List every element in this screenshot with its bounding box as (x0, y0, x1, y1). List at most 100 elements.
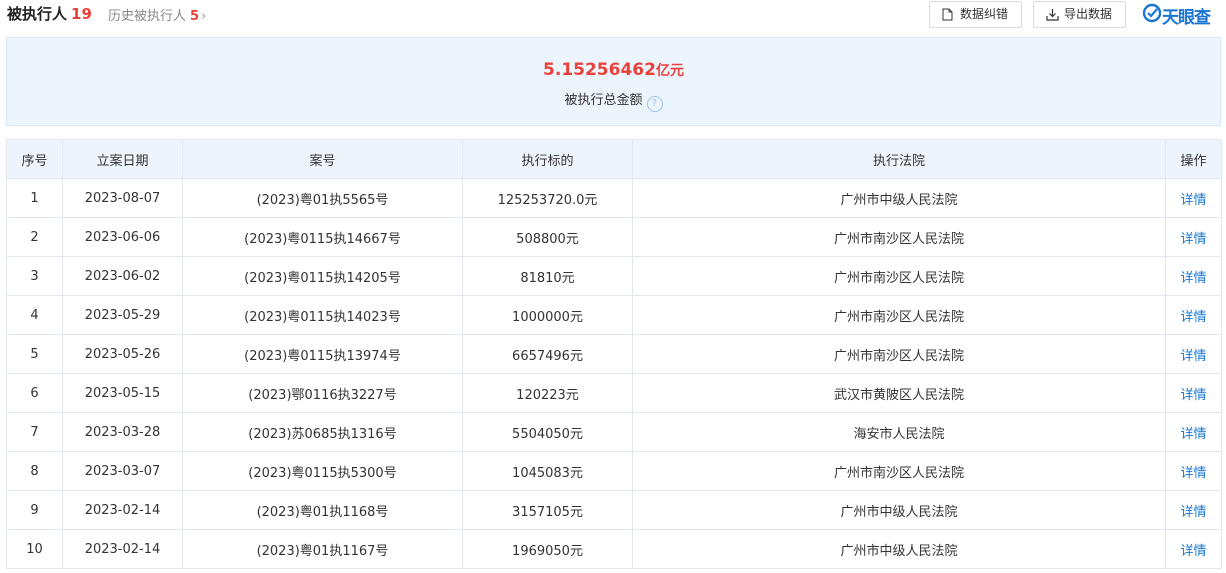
cell-index: 9 (6, 490, 63, 530)
download-icon (1046, 9, 1059, 21)
document-icon (942, 8, 953, 21)
table-header-row: 序号 立案日期 案号 执行标的 执行法院 操作 (6, 139, 1222, 179)
cell-target: 508800元 (462, 217, 633, 257)
logo-text: 天眼查 (1162, 8, 1211, 28)
cell-date: 2023-03-28 (62, 412, 183, 452)
help-icon[interactable]: ? (646, 96, 663, 112)
tab-history-executed[interactable]: 历史被执行人 5 › (108, 5, 206, 24)
cell-index: 8 (6, 451, 63, 491)
cell-target: 1000000元 (462, 295, 633, 335)
cell-date: 2023-05-15 (62, 373, 183, 413)
data-correction-label: 数据纠错 (960, 7, 1009, 21)
total-amount: 5.15256462亿元 (7, 60, 1220, 80)
cell-court: 广州市南沙区人民法院 (632, 334, 1166, 374)
cell-index: 3 (6, 256, 63, 296)
cell-index: 10 (6, 529, 63, 569)
cell-court: 广州市南沙区人民法院 (632, 451, 1166, 491)
header-date: 立案日期 (62, 139, 183, 179)
table-row: 2 2023-06-06 (2023)粤0115执14667号 508800元 … (6, 217, 1222, 257)
details-link[interactable]: 详情 (1165, 334, 1222, 374)
cell-court: 广州市中级人民法院 (632, 490, 1166, 530)
chevron-right-icon: › (201, 9, 207, 24)
cell-index: 1 (6, 178, 63, 218)
cell-target: 1969050元 (462, 529, 633, 569)
cell-target: 3157105元 (462, 490, 633, 530)
cell-date: 2023-02-14 (62, 529, 183, 569)
cell-court: 广州市南沙区人民法院 (632, 256, 1166, 296)
details-link[interactable]: 详情 (1165, 451, 1222, 491)
table-row: 3 2023-06-02 (2023)粤0115执14205号 81810元 广… (6, 256, 1222, 296)
total-amount-unit: 亿元 (655, 63, 684, 79)
table-row: 6 2023-05-15 (2023)鄂0116执3227号 120223元 武… (6, 373, 1222, 413)
tab-history-count: 5 (190, 9, 200, 24)
cell-case-no: (2023)粤0115执5300号 (182, 451, 463, 491)
cell-case-no: (2023)粤01执1167号 (182, 529, 463, 569)
export-data-button[interactable]: 导出数据 (1033, 1, 1126, 28)
cell-court: 广州市南沙区人民法院 (632, 295, 1166, 335)
cell-date: 2023-02-14 (62, 490, 183, 530)
details-link[interactable]: 详情 (1165, 529, 1222, 569)
cell-court: 海安市人民法院 (632, 412, 1166, 452)
cell-date: 2023-03-07 (62, 451, 183, 491)
cell-index: 6 (6, 373, 63, 413)
export-data-label: 导出数据 (1064, 7, 1113, 21)
tab-executed-persons[interactable]: 被执行人 19 (7, 3, 92, 24)
table-row: 9 2023-02-14 (2023)粤01执1168号 3157105元 广州… (6, 490, 1222, 530)
tab-executed-persons-count: 19 (71, 5, 92, 23)
cell-target: 125253720.0元 (462, 178, 633, 218)
total-amount-value: 5.15256462 (543, 60, 656, 80)
details-link[interactable]: 详情 (1165, 256, 1222, 296)
cell-court: 广州市中级人民法院 (632, 178, 1166, 218)
cell-case-no: (2023)苏0685执1316号 (182, 412, 463, 452)
cell-court: 广州市南沙区人民法院 (632, 217, 1166, 257)
cell-case-no: (2023)粤0115执14205号 (182, 256, 463, 296)
table-row: 5 2023-05-26 (2023)粤0115执13974号 6657496元… (6, 334, 1222, 374)
details-link[interactable]: 详情 (1165, 490, 1222, 530)
cell-index: 5 (6, 334, 63, 374)
cell-date: 2023-05-26 (62, 334, 183, 374)
cell-case-no: (2023)粤0115执14023号 (182, 295, 463, 335)
total-amount-label: 被执行总金额? (7, 89, 1220, 112)
table-row: 10 2023-02-14 (2023)粤01执1167号 1969050元 广… (6, 529, 1222, 569)
cell-target: 5504050元 (462, 412, 633, 452)
details-link[interactable]: 详情 (1165, 217, 1222, 257)
header-target: 执行标的 (462, 139, 633, 179)
header-index: 序号 (6, 139, 63, 179)
cell-court: 武汉市黄陂区人民法院 (632, 373, 1166, 413)
cell-target: 1045083元 (462, 451, 633, 491)
executed-persons-table: 序号 立案日期 案号 执行标的 执行法院 操作 1 2023-08-07 (20… (6, 139, 1222, 569)
data-correction-button[interactable]: 数据纠错 (929, 1, 1022, 28)
details-link[interactable]: 详情 (1165, 373, 1222, 413)
cell-case-no: (2023)粤01执5565号 (182, 178, 463, 218)
cell-date: 2023-06-06 (62, 217, 183, 257)
header-bar: 被执行人 19 历史被执行人 5 › 数据纠错 导出数据 天眼查 (0, 0, 1226, 32)
cell-index: 4 (6, 295, 63, 335)
tab-executed-persons-label: 被执行人 (7, 5, 68, 23)
cell-date: 2023-08-07 (62, 178, 183, 218)
cell-case-no: (2023)粤0115执13974号 (182, 334, 463, 374)
header-action: 操作 (1165, 139, 1222, 179)
total-amount-caption: 被执行总金额 (564, 93, 643, 108)
cell-case-no: (2023)鄂0116执3227号 (182, 373, 463, 413)
table-row: 8 2023-03-07 (2023)粤0115执5300号 1045083元 … (6, 451, 1222, 491)
details-link[interactable]: 详情 (1165, 178, 1222, 218)
cell-date: 2023-06-02 (62, 256, 183, 296)
logo-mark-icon (1142, 3, 1162, 23)
cell-court: 广州市中级人民法院 (632, 529, 1166, 569)
details-link[interactable]: 详情 (1165, 295, 1222, 335)
tab-history-label: 历史被执行人 (108, 9, 187, 24)
cell-target: 81810元 (462, 256, 633, 296)
cell-date: 2023-05-29 (62, 295, 183, 335)
details-link[interactable]: 详情 (1165, 412, 1222, 452)
table-row: 7 2023-03-28 (2023)苏0685执1316号 5504050元 … (6, 412, 1222, 452)
table-row: 4 2023-05-29 (2023)粤0115执14023号 1000000元… (6, 295, 1222, 335)
cell-index: 7 (6, 412, 63, 452)
cell-target: 120223元 (462, 373, 633, 413)
summary-panel: 5.15256462亿元 被执行总金额? (6, 37, 1221, 126)
header-case-no: 案号 (182, 139, 463, 179)
tianyancha-logo: 天眼查 (1142, 3, 1224, 28)
cell-index: 2 (6, 217, 63, 257)
table-row: 1 2023-08-07 (2023)粤01执5565号 125253720.0… (6, 178, 1222, 218)
cell-target: 6657496元 (462, 334, 633, 374)
cell-case-no: (2023)粤01执1168号 (182, 490, 463, 530)
